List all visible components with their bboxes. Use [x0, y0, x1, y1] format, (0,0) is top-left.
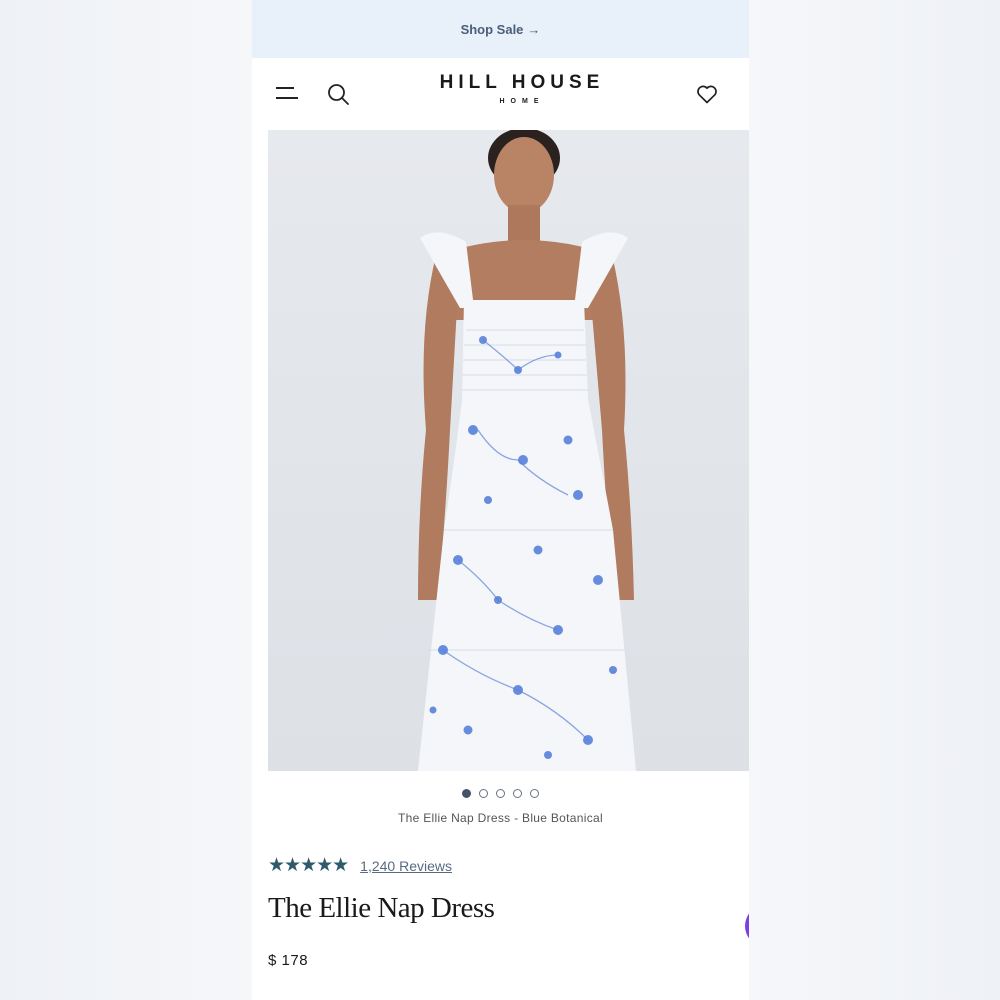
- reviews-link[interactable]: 1,240 Reviews: [360, 858, 452, 874]
- chat-icon[interactable]: [745, 905, 749, 947]
- carousel-dot[interactable]: [462, 789, 471, 798]
- brand-subtitle: HOME: [499, 98, 545, 105]
- product-title: The Ellie Nap Dress: [268, 892, 495, 924]
- carousel-dots: [252, 789, 749, 798]
- arrow-right-icon: →: [527, 21, 541, 37]
- menu-icon[interactable]: [276, 84, 300, 104]
- star-rating-icon: ★★★★★: [268, 855, 349, 876]
- brand-logo[interactable]: HILL HOUSE HOME: [402, 72, 642, 105]
- site-header: HILL HOUSE HOME: [252, 58, 749, 130]
- brand-name: HILL HOUSE: [439, 72, 605, 93]
- model-photo: [268, 130, 749, 771]
- carousel-dot[interactable]: [496, 789, 505, 798]
- product-price: $ 178: [268, 952, 309, 969]
- carousel-dot[interactable]: [530, 789, 539, 798]
- image-caption: The Ellie Nap Dress - Blue Botanical: [398, 811, 603, 825]
- heart-icon[interactable]: [695, 82, 719, 106]
- rating-row: ★★★★★ 1,240 Reviews: [268, 854, 452, 877]
- search-icon[interactable]: [326, 82, 350, 106]
- product-image[interactable]: [268, 130, 749, 771]
- promo-link[interactable]: Shop Sale: [461, 22, 524, 37]
- promo-banner[interactable]: Shop Sale →: [252, 0, 749, 58]
- carousel-dot[interactable]: [479, 789, 488, 798]
- carousel-dot[interactable]: [513, 789, 522, 798]
- mobile-page: Shop Sale → HILL HOUSE HOME The Ellie Na…: [252, 0, 749, 1000]
